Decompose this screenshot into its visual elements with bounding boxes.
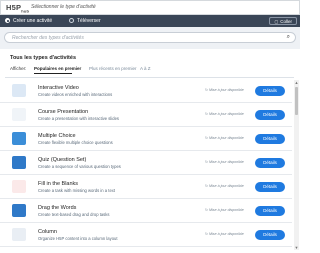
search-input[interactable]: Rechercher des types d'activités ⌕	[4, 32, 296, 43]
column-icon	[12, 228, 26, 241]
item-title: Quiz (Question Set)	[38, 157, 87, 163]
refresh-icon: ↻	[205, 208, 209, 212]
tab-newest[interactable]: Plus récents en premier	[89, 66, 137, 71]
h5p-logo: H5Phub	[6, 3, 30, 14]
option-create-label[interactable]: Créer une activité	[13, 18, 52, 24]
show-label: Afficher:	[10, 66, 27, 71]
item-description: Organize H5P content into a column layou…	[38, 236, 118, 241]
list-item[interactable]: Fill in the Blanks Create a task with mis…	[0, 176, 292, 199]
item-description: Create flexible multiple choice question…	[38, 140, 113, 145]
scroll-down-arrow[interactable]: ▼	[294, 245, 299, 250]
item-title: Multiple Choice	[38, 133, 76, 139]
list-item[interactable]: Interactive Video Create videos enriched …	[0, 80, 292, 103]
refresh-icon: ↻	[205, 160, 209, 164]
update-status: ↻Mise à jour disponible	[205, 112, 244, 116]
details-button[interactable]: Détails	[255, 230, 285, 240]
section-title: Tous les types d'activités	[10, 55, 77, 61]
details-button[interactable]: Détails	[255, 206, 285, 216]
details-button[interactable]: Détails	[255, 86, 285, 96]
mode-bar: Créer une activité Téléverser ▢ Coller	[0, 15, 300, 27]
item-title: Drag the Words	[38, 205, 77, 211]
quiz-icon	[12, 156, 26, 169]
scrollbar[interactable]: ▲ ▼	[294, 80, 299, 250]
list-item[interactable]: Drag the Words Create text-based drag and…	[0, 200, 292, 223]
item-description: Create a presentation with interactive s…	[38, 116, 119, 121]
refresh-icon: ↻	[205, 184, 209, 188]
clipboard-icon: ▢	[274, 19, 279, 24]
tab-popular[interactable]: Populaires en premier	[34, 66, 81, 71]
list-item[interactable]: Course Presentation Create a presentation…	[0, 104, 292, 127]
hub-header: H5Phub Sélectionner le type d'activité	[0, 0, 300, 15]
refresh-icon: ↻	[205, 88, 209, 92]
item-description: Create text-based drag and drop tasks	[38, 212, 110, 217]
item-title: Fill in the Blanks	[38, 181, 79, 187]
details-button[interactable]: Détails	[255, 134, 285, 144]
scroll-up-arrow[interactable]: ▲	[294, 80, 299, 85]
fill-blanks-icon	[12, 180, 26, 193]
paste-button[interactable]: ▢ Coller	[269, 17, 297, 25]
refresh-icon: ↻	[205, 232, 209, 236]
item-title: Column	[38, 229, 57, 235]
list-item[interactable]: Multiple Choice Create flexible multiple …	[0, 128, 292, 151]
search-placeholder: Rechercher des types d'activités	[12, 35, 84, 41]
option-upload-label[interactable]: Téléverser	[77, 18, 101, 24]
interactive-video-icon	[12, 84, 26, 97]
multiple-choice-icon	[12, 132, 26, 145]
header-title: Sélectionner le type d'activité	[31, 4, 96, 10]
update-status: ↻Mise à jour disponible	[205, 232, 244, 236]
tab-a-to-z[interactable]: A à Z	[140, 66, 151, 71]
update-status: ↻Mise à jour disponible	[205, 88, 244, 92]
radio-upload[interactable]	[69, 18, 74, 23]
divider	[5, 77, 294, 78]
item-description: Create videos enriched with interactions	[38, 92, 113, 97]
update-status: ↻Mise à jour disponible	[205, 160, 244, 164]
update-status: ↻Mise à jour disponible	[205, 136, 244, 140]
details-button[interactable]: Détails	[255, 182, 285, 192]
item-description: Create a sequence of various question ty…	[38, 164, 121, 169]
details-button[interactable]: Détails	[255, 110, 285, 120]
search-icon[interactable]: ⌕	[287, 34, 290, 41]
item-title: Interactive Video	[38, 85, 79, 91]
item-title: Course Presentation	[38, 109, 89, 115]
search-area: Rechercher des types d'activités ⌕	[0, 27, 300, 49]
details-button[interactable]: Détails	[255, 158, 285, 168]
list-item[interactable]: Column Organize H5P content into a column…	[0, 224, 292, 247]
course-presentation-icon	[12, 108, 26, 121]
drag-words-icon	[12, 204, 26, 217]
update-status: ↻Mise à jour disponible	[205, 184, 244, 188]
item-description: Create a task with missing words in a te…	[38, 188, 116, 193]
radio-create[interactable]	[5, 18, 10, 23]
update-status: ↻Mise à jour disponible	[205, 208, 244, 212]
scroll-thumb[interactable]	[295, 87, 298, 115]
active-tab-underline	[34, 73, 72, 74]
list-item[interactable]: Quiz (Question Set) Create a sequence of …	[0, 152, 292, 175]
refresh-icon: ↻	[205, 112, 209, 116]
refresh-icon: ↻	[205, 136, 209, 140]
